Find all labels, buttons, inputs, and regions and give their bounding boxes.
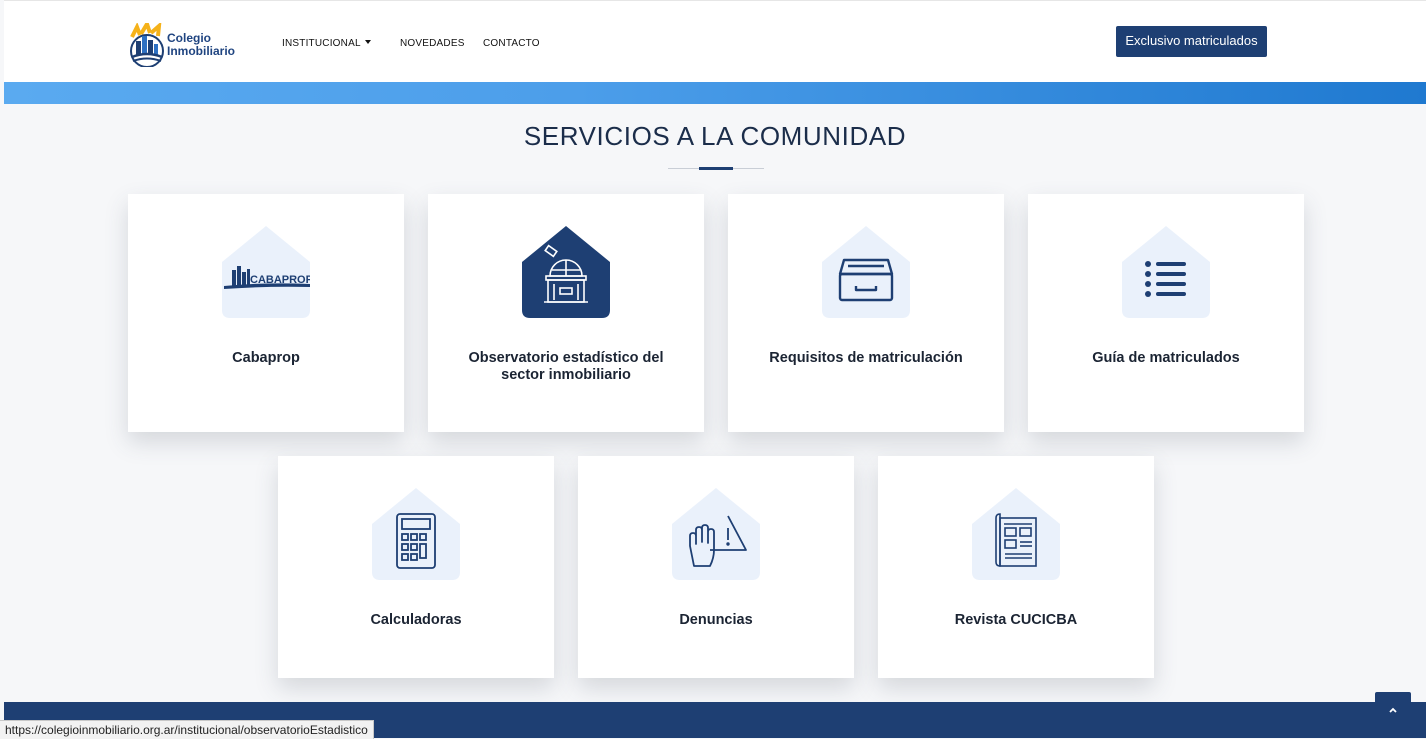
logo-text: Colegio Inmobiliario xyxy=(167,32,235,58)
list-icon xyxy=(1122,226,1210,318)
page: Colegio Inmobiliario INSTITUCIONAL NOVED… xyxy=(4,0,1426,738)
nav-institucional[interactable]: INSTITUCIONAL xyxy=(282,38,371,49)
hand-warning-icon xyxy=(672,488,760,580)
logo-line-2: Inmobiliario xyxy=(167,44,236,58)
card-label: Cabaprop xyxy=(232,350,300,366)
scroll-to-top-button[interactable] xyxy=(1375,692,1411,728)
logo-emblem-icon xyxy=(130,23,164,67)
top-navbar: Colegio Inmobiliario INSTITUCIONAL NOVED… xyxy=(4,0,1426,83)
observatory-icon xyxy=(522,226,610,318)
hero-band xyxy=(4,82,1426,104)
caret-down-icon xyxy=(364,40,371,44)
colegio-logo[interactable]: Colegio Inmobiliario xyxy=(128,23,238,67)
cabaprop-logo-text: CABAPROP xyxy=(250,274,310,286)
magazine-icon xyxy=(972,488,1060,580)
section-title: SERVICIOS A LA COMUNIDAD xyxy=(523,121,907,151)
chevron-up-icon xyxy=(1389,707,1397,713)
nav-institucional-label: INSTITUCIONAL xyxy=(282,38,361,49)
drawer-icon xyxy=(822,226,910,318)
status-bar-url: https://colegioinmobiliario.org.ar/insti… xyxy=(0,720,374,739)
card-guia[interactable]: Guía de matriculados xyxy=(1028,194,1304,432)
card-label: Denuncias xyxy=(679,612,753,628)
card-label: Observatorio estadístico del sector inmo… xyxy=(468,350,664,383)
card-denuncias[interactable]: Denuncias xyxy=(578,456,854,678)
card-label: Revista CUCICBA xyxy=(954,612,1078,628)
card-requisitos[interactable]: Requisitos de matriculación xyxy=(728,194,1004,432)
cabaprop-logo-icon: CABAPROP xyxy=(222,226,313,318)
nav-contacto[interactable]: CONTACTO xyxy=(483,38,540,49)
calculator-icon xyxy=(372,488,460,580)
title-divider-accent xyxy=(699,167,733,170)
card-observatorio[interactable]: Observatorio estadístico del sector inmo… xyxy=(428,194,704,432)
exclusivo-matriculados-button[interactable]: Exclusivo matriculados xyxy=(1116,26,1267,57)
card-label: Calculadoras xyxy=(370,612,462,628)
card-label: Requisitos de matriculación xyxy=(769,350,963,366)
card-label: Guía de matriculados xyxy=(1092,350,1240,366)
card-calculadoras[interactable]: Calculadoras xyxy=(278,456,554,678)
nav-novedades[interactable]: NOVEDADES xyxy=(400,38,465,49)
card-revista[interactable]: Revista CUCICBA xyxy=(878,456,1154,678)
card-cabaprop[interactable]: CABAPROP Cabaprop xyxy=(128,194,404,432)
